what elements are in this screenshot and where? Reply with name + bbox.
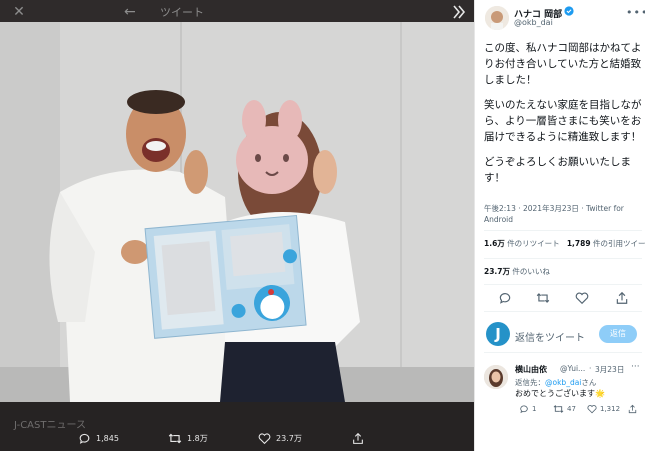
share-icon bbox=[353, 432, 363, 444]
reply-to-mention[interactable]: @okb_dai bbox=[545, 378, 581, 387]
retweet-icon[interactable] bbox=[536, 291, 550, 305]
back-arrow-icon[interactable]: ← bbox=[124, 3, 142, 21]
reply-avatar[interactable] bbox=[484, 365, 508, 389]
double-chevron-right-icon[interactable] bbox=[448, 3, 468, 21]
like-count: 23.7万 bbox=[276, 433, 302, 443]
divider bbox=[484, 352, 642, 353]
likes-count[interactable]: 23.7万 bbox=[484, 267, 510, 276]
reply-input[interactable]: 返信をツイート bbox=[515, 329, 585, 344]
likes-label[interactable]: 件のいいね bbox=[512, 267, 550, 276]
tweet-paragraph: この度、私ハナコ岡部はかねてよりお付き合いしていた方と結婚致しました！ bbox=[484, 42, 642, 86]
reply-count: 1,845 bbox=[96, 433, 119, 443]
reply-to-prefix: 返信先： bbox=[515, 378, 545, 387]
dot-separator: · bbox=[589, 364, 592, 373]
retweets-label[interactable]: 件のリツイート bbox=[507, 239, 560, 248]
media-viewer-footer: J-CASTニュース bbox=[0, 402, 474, 451]
share-action[interactable] bbox=[352, 430, 364, 446]
reply-share-action[interactable] bbox=[628, 404, 637, 414]
tweet-timestamp[interactable]: 午後2:13 · 2021年3月23日 · Twitter for Androi… bbox=[484, 203, 642, 225]
more-options-icon[interactable]: ··· bbox=[631, 362, 640, 372]
reply-button[interactable]: 返信 bbox=[599, 325, 637, 343]
reply-retweet-action[interactable]: 47 bbox=[553, 404, 576, 414]
share-icon[interactable] bbox=[615, 291, 629, 305]
reply-reply-action[interactable]: 1 bbox=[519, 404, 536, 414]
more-options-icon[interactable]: ••• bbox=[626, 6, 645, 19]
divider bbox=[484, 311, 642, 312]
reply-icon bbox=[79, 433, 90, 444]
retweet-icon bbox=[168, 433, 182, 443]
retweet-icon bbox=[553, 405, 564, 413]
heart-icon[interactable] bbox=[575, 291, 589, 305]
quotes-count[interactable]: 1,789 bbox=[567, 239, 591, 248]
author-handle[interactable]: @okb_dai bbox=[514, 18, 553, 27]
viewer-title: ツイート bbox=[160, 6, 204, 19]
quotes-label[interactable]: 件の引用ツイート bbox=[593, 239, 645, 248]
reply-to-line: 返信先：@okb_daiさん bbox=[515, 377, 596, 388]
media-viewer-header: ✕ ← ツイート bbox=[0, 0, 474, 24]
reply-like-count: 1,312 bbox=[600, 405, 621, 413]
reply-author-handle[interactable]: @Yui... bbox=[560, 364, 585, 373]
author-avatar[interactable] bbox=[485, 6, 509, 30]
reply-text: おめでとうございます🌟 bbox=[515, 389, 605, 398]
like-action[interactable]: 23.7万 bbox=[258, 430, 302, 446]
tweet-paragraph: どうぞよろしくお願いいたします！ bbox=[484, 156, 631, 184]
composer-avatar[interactable]: J bbox=[486, 322, 510, 346]
media-viewer: ✕ ← ツイート J-CASTニュース bbox=[0, 0, 474, 451]
reply-date[interactable]: 3月23日 bbox=[595, 364, 624, 375]
heart-icon bbox=[258, 432, 271, 444]
tweet-photo[interactable] bbox=[0, 22, 474, 402]
tweet-likes: 23.7万 件のいいね bbox=[484, 266, 550, 277]
verified-badge-icon bbox=[564, 6, 574, 16]
reply-retweet-count: 47 bbox=[567, 405, 576, 413]
divider bbox=[484, 258, 642, 259]
retweets-count[interactable]: 1.6万 bbox=[484, 239, 505, 248]
retweet-count: 1.8万 bbox=[187, 433, 208, 443]
tweet-photo-illustration bbox=[0, 22, 474, 402]
reply-to-suffix: さん bbox=[581, 378, 597, 387]
close-icon[interactable]: ✕ bbox=[10, 3, 28, 21]
reply-icon[interactable] bbox=[498, 291, 512, 305]
heart-icon bbox=[587, 405, 597, 414]
footer-source: J-CASTニュース bbox=[14, 420, 86, 431]
divider bbox=[484, 284, 642, 285]
reply-reply-count: 1 bbox=[532, 405, 537, 413]
tweet-stats: 1.6万 件のリツイート 1,789 件の引用ツイート bbox=[484, 238, 645, 249]
tweet-panel: ハナコ 岡部 @okb_dai ••• この度、私ハナコ岡部はかねてよりお付き合… bbox=[474, 0, 645, 451]
share-icon bbox=[628, 404, 637, 414]
reply-action[interactable]: 1,845 bbox=[78, 430, 119, 446]
divider bbox=[484, 230, 642, 231]
reply-author-name[interactable]: 横山由依 bbox=[515, 364, 547, 375]
reply-icon bbox=[520, 405, 528, 414]
reply-like-action[interactable]: 1,312 bbox=[587, 404, 620, 414]
tweet-text: この度、私ハナコ岡部はかねてよりお付き合いしていた方と結婚致しました！ 笑いのた… bbox=[484, 40, 642, 195]
tweet-paragraph: 笑いのたえない家庭を目指しながら、より一層皆さまにも笑いをお届けできるように精進… bbox=[484, 99, 642, 143]
retweet-action[interactable]: 1.8万 bbox=[168, 430, 208, 446]
